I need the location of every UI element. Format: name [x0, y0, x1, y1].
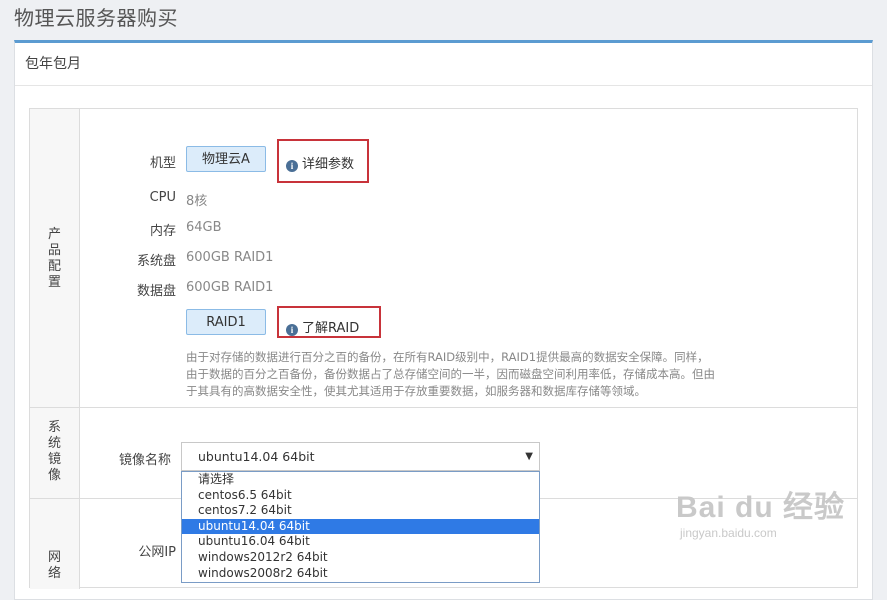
model-option-button[interactable]: 物理云A	[186, 146, 266, 172]
raid-description-line: 由于数据的百分之百备份，备份数据占了总存储空间的一半，因而磁盘空间利用率低，存储…	[186, 367, 715, 381]
memory-value: 64GB	[186, 220, 222, 235]
detail-params-link[interactable]: i 详细参数	[286, 153, 354, 172]
panel-title: 包年包月	[15, 43, 872, 86]
image-dropdown-list: 请选择 centos6.5 64bit centos7.2 64bit ubun…	[181, 471, 540, 583]
model-label: 机型	[149, 156, 176, 171]
watermark-logo: Bai du 经验	[676, 491, 846, 524]
raid-option-button[interactable]: RAID1	[186, 309, 266, 335]
section-char: 品	[47, 243, 61, 258]
learn-raid-link[interactable]: i 了解RAID	[286, 317, 359, 336]
learn-raid-text: 了解RAID	[302, 321, 360, 336]
section-char: 网	[47, 550, 61, 565]
system-disk-value: 600GB RAID1	[186, 250, 274, 265]
raid-description: 由于对存储的数据进行百分之百的备份，在所有RAID级别中，RAID1提供最高的数…	[186, 349, 746, 400]
image-option[interactable]: 请选择	[182, 472, 539, 488]
image-option[interactable]: ubuntu16.04 64bit	[182, 534, 539, 550]
detail-params-text: 详细参数	[302, 157, 355, 172]
info-icon: i	[286, 324, 298, 336]
section-char: 配	[47, 259, 61, 274]
image-select-value: ubuntu14.04 64bit	[198, 449, 315, 464]
image-option[interactable]: centos6.5 64bit	[182, 488, 539, 504]
chevron-down-icon: ▼	[525, 451, 533, 462]
section-char: 系	[47, 420, 61, 435]
section-char: 镜	[47, 452, 61, 467]
section-network: 网 络	[30, 498, 80, 589]
system-disk-label: 系统盘	[136, 254, 176, 269]
baidu-jingyan-watermark: Bai du 经验 jingyan.baidu.com	[676, 482, 876, 540]
section-char: 像	[47, 468, 61, 483]
info-icon: i	[286, 160, 298, 172]
image-name-label: 镜像名称	[118, 453, 171, 468]
section-char: 络	[47, 566, 61, 581]
section-product-config: 产 品 配 置	[30, 109, 80, 407]
section-char: 产	[47, 227, 61, 242]
data-disk-value: 600GB RAID1	[186, 280, 274, 295]
image-select[interactable]: ubuntu14.04 64bit ▼	[181, 442, 540, 471]
watermark-url: jingyan.baidu.com	[680, 526, 777, 540]
image-option[interactable]: centos7.2 64bit	[182, 503, 539, 519]
section-char: 统	[47, 436, 61, 451]
data-disk-label: 数据盘	[136, 284, 176, 299]
raid-description-line: 由于对存储的数据进行百分之百的备份，在所有RAID级别中，RAID1提供最高的数…	[186, 350, 709, 364]
public-ip-label: 公网IP	[138, 545, 176, 560]
memory-label: 内存	[149, 224, 176, 239]
cpu-value: 8核	[186, 194, 208, 209]
image-option[interactable]: windows2008r2 64bit	[182, 566, 539, 582]
cpu-label: CPU	[149, 190, 176, 205]
section-char: 置	[47, 275, 61, 290]
row-divider	[30, 407, 857, 408]
image-option[interactable]: windows2012r2 64bit	[182, 550, 539, 566]
page-title: 物理云服务器购买	[14, 6, 178, 30]
image-option-selected[interactable]: ubuntu14.04 64bit	[182, 518, 539, 535]
section-system-image: 系 统 镜 像	[30, 407, 80, 498]
raid-description-line: 于其具有的高数据安全性，使其尤其适用于存放重要数据，如服务器和数据库存储等领域。	[186, 384, 646, 398]
